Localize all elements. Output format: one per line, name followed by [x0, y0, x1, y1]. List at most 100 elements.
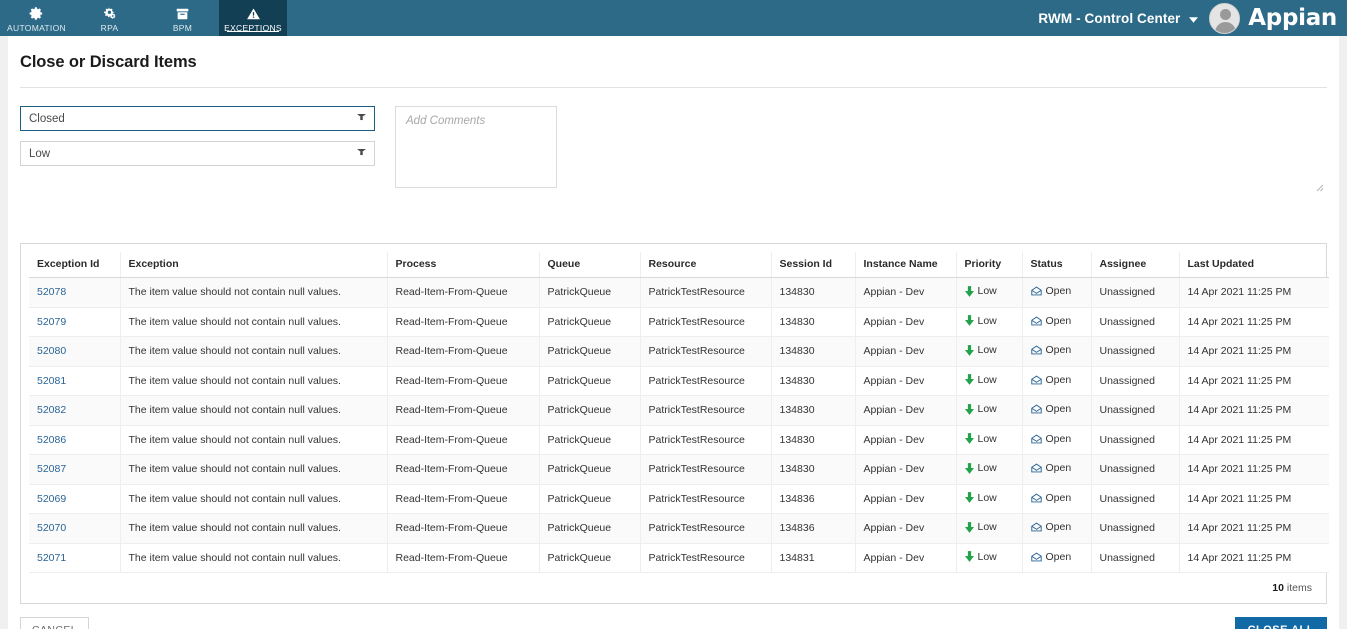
cell-session-id: 134831: [771, 543, 856, 573]
priority-select[interactable]: Low: [20, 141, 375, 166]
exception-id-link[interactable]: 52081: [37, 375, 66, 387]
appian-logo: Appian: [1248, 5, 1337, 31]
chevron-down-icon: [357, 148, 366, 160]
status-label: Open: [1045, 314, 1072, 327]
cell-exception: The item value should not contain null v…: [120, 513, 388, 544]
green-down-arrow-icon: [964, 521, 974, 533]
green-down-arrow-icon: [964, 374, 974, 385]
green-down-arrow-icon: [964, 315, 974, 326]
cell-session-id: 134836: [771, 513, 856, 544]
exception-id-link[interactable]: 52071: [37, 552, 66, 564]
table-body: 52078 The item value should not contain n…: [29, 277, 1329, 573]
close-all-button[interactable]: CLOSE ALL: [1234, 617, 1327, 629]
active-tab-underline: [227, 30, 279, 32]
green-down-arrow-icon: [964, 285, 974, 297]
green-down-arrow-icon: [964, 492, 974, 503]
column-header-queue[interactable]: Queue: [539, 252, 641, 278]
cell-priority: Low: [956, 336, 1023, 367]
column-header-exception[interactable]: Exception: [120, 252, 388, 278]
cell-session-id: 134836: [771, 484, 856, 514]
status-select[interactable]: Closed: [20, 106, 375, 131]
column-header-last-updated[interactable]: Last Updated: [1179, 252, 1329, 278]
cell-queue: PatrickQueue: [539, 395, 641, 426]
open-envelope-icon: [1030, 316, 1042, 326]
table-row[interactable]: 52080 The item value should not contain n…: [29, 336, 1329, 367]
cell-process: Read-Item-From-Queue: [387, 366, 540, 396]
form-left-column: Closed Low: [20, 106, 375, 193]
cell-session-id: 134830: [771, 307, 856, 337]
table-row[interactable]: 52069 The item value should not contain n…: [29, 484, 1329, 514]
cell-process: Read-Item-From-Queue: [387, 454, 540, 485]
table-row[interactable]: 52086 The item value should not contain n…: [29, 425, 1329, 455]
table-row[interactable]: 52087 The item value should not contain n…: [29, 454, 1329, 485]
cell-last-updated: 14 Apr 2021 11:25 PM: [1179, 307, 1329, 337]
cell-status: Open: [1022, 513, 1092, 544]
grid-item-count-number: 10: [1272, 582, 1284, 594]
resize-grip-icon[interactable]: [1316, 179, 1324, 192]
cell-instance-name: Appian - Dev: [855, 543, 957, 573]
column-header-instance-name[interactable]: Instance Name: [855, 252, 957, 278]
page-title: Close or Discard Items: [20, 53, 197, 71]
context-selector[interactable]: RWM - Control Center: [1038, 10, 1199, 26]
status-label: Open: [1045, 550, 1072, 563]
table-row[interactable]: 52082 The item value should not contain n…: [29, 395, 1329, 426]
exception-id-link[interactable]: 52069: [37, 493, 66, 505]
exception-id-link[interactable]: 52086: [37, 434, 66, 446]
context-selector-label: RWM - Control Center: [1038, 10, 1181, 26]
status-label: Open: [1045, 344, 1072, 357]
column-header-priority[interactable]: Priority: [956, 252, 1023, 278]
cell-assignee: Unassigned: [1091, 484, 1180, 514]
cell-last-updated: 14 Apr 2021 11:25 PM: [1179, 395, 1329, 426]
exception-id-link[interactable]: 52082: [37, 404, 66, 416]
nav-tab-list: AUTOMATION RPA BPM EXCEPTIONS: [0, 0, 287, 36]
avatar[interactable]: [1209, 2, 1241, 34]
exception-id-link[interactable]: 52080: [37, 345, 66, 357]
column-header-session-id[interactable]: Session Id: [771, 252, 856, 278]
cell-assignee: Unassigned: [1091, 513, 1180, 544]
table-row[interactable]: 52079 The item value should not contain n…: [29, 307, 1329, 337]
warning-triangle-icon: [246, 6, 261, 22]
cell-last-updated: 14 Apr 2021 11:25 PM: [1179, 513, 1329, 544]
cell-last-updated: 14 Apr 2021 11:25 PM: [1179, 425, 1329, 455]
comments-wrapper: [395, 106, 1327, 193]
cell-resource: PatrickTestResource: [640, 277, 772, 308]
cell-assignee: Unassigned: [1091, 395, 1180, 426]
chevron-down-icon: [357, 113, 366, 125]
exception-id-link[interactable]: 52070: [37, 522, 66, 534]
cell-exception-id: 52078: [29, 277, 121, 308]
cell-last-updated: 14 Apr 2021 11:25 PM: [1179, 454, 1329, 485]
cancel-button[interactable]: CANCEL: [20, 617, 89, 629]
nav-tab-automation[interactable]: AUTOMATION: [0, 0, 73, 36]
open-envelope-icon: [1030, 463, 1042, 473]
exception-id-link[interactable]: 52087: [37, 463, 66, 475]
comments-input[interactable]: [395, 106, 557, 188]
column-header-resource[interactable]: Resource: [640, 252, 772, 278]
cell-assignee: Unassigned: [1091, 277, 1180, 308]
cell-last-updated: 14 Apr 2021 11:25 PM: [1179, 336, 1329, 367]
nav-tab-rpa[interactable]: RPA: [73, 0, 146, 36]
table-row[interactable]: 52078 The item value should not contain n…: [29, 277, 1329, 308]
table-row[interactable]: 52071 The item value should not contain n…: [29, 543, 1329, 573]
exception-id-link[interactable]: 52079: [37, 316, 66, 328]
table-row[interactable]: 52070 The item value should not contain n…: [29, 513, 1329, 544]
column-header-assignee[interactable]: Assignee: [1091, 252, 1180, 278]
cell-queue: PatrickQueue: [539, 307, 641, 337]
green-down-arrow-icon: [964, 462, 974, 474]
open-envelope-icon: [1030, 404, 1042, 414]
cell-last-updated: 14 Apr 2021 11:25 PM: [1179, 366, 1329, 396]
cell-resource: PatrickTestResource: [640, 543, 772, 573]
nav-tab-bpm[interactable]: BPM: [146, 0, 219, 36]
column-header-exception-id[interactable]: Exception Id: [29, 252, 121, 278]
open-envelope-icon: [1030, 493, 1042, 503]
priority-label: Low: [977, 550, 997, 563]
exception-id-link[interactable]: 52078: [37, 286, 66, 298]
table-row[interactable]: 52081 The item value should not contain n…: [29, 366, 1329, 396]
cell-resource: PatrickTestResource: [640, 484, 772, 514]
cell-instance-name: Appian - Dev: [855, 307, 957, 337]
nav-tab-exceptions[interactable]: EXCEPTIONS: [219, 0, 287, 36]
column-header-status[interactable]: Status: [1022, 252, 1092, 278]
cell-exception: The item value should not contain null v…: [120, 307, 388, 337]
column-header-process[interactable]: Process: [387, 252, 540, 278]
cell-instance-name: Appian - Dev: [855, 366, 957, 396]
cell-process: Read-Item-From-Queue: [387, 484, 540, 514]
